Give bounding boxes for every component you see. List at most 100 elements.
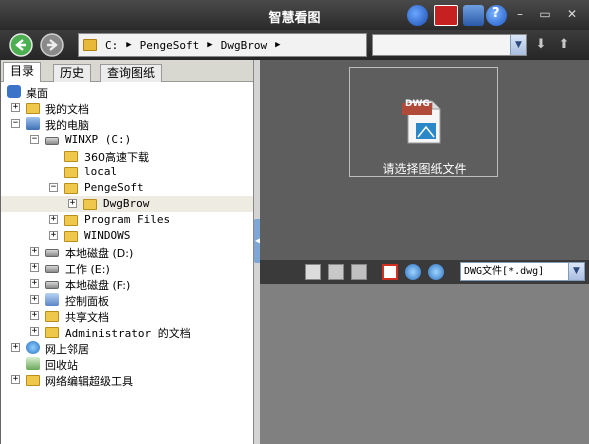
expand-icon[interactable]: + [30,295,39,304]
expand-icon[interactable]: + [49,231,58,240]
move-down-button[interactable]: ⬇ [533,37,549,53]
drawing-preview-area [260,284,589,444]
tree-label: Program Files [84,213,171,226]
tree-label: 我的电脑 [45,119,89,132]
expand-icon[interactable]: + [11,375,20,384]
expand-icon[interactable]: + [30,247,39,256]
acrobat-icon[interactable] [434,5,458,26]
tree-node-program-files[interactable]: + Program Files [1,212,255,228]
tree-label: 回收站 [45,359,78,372]
expand-icon[interactable]: + [30,311,39,320]
expand-icon[interactable]: + [30,327,39,336]
expand-icon[interactable]: + [30,263,39,272]
tree-node-pengesoft[interactable]: − PengeSoft [1,180,255,196]
tree-label: 网上邻居 [45,343,89,356]
file-type-filter[interactable]: DWG文件[*.dwg] ▼ [460,262,585,281]
help-icon[interactable]: ? [486,5,507,26]
chevron-right-icon[interactable]: ▶ [207,40,212,50]
tree-node-network-editor[interactable]: + 网络编辑超级工具 [1,372,255,388]
address-segment-drive[interactable]: C: [105,39,118,52]
folder-icon [64,167,78,178]
expand-icon[interactable]: + [11,343,20,352]
tree-node-drive-d[interactable]: + 本地磁盘 (D:) [1,244,255,260]
expand-icon[interactable]: + [11,103,20,112]
folder-tree: 桌面 + 我的文档 − 我的电脑 − WINXP (C:) 360高速下载 lo… [1,82,255,444]
folder-icon [83,39,97,51]
tree-node-drive-f[interactable]: + 本地磁盘 (F:) [1,276,255,292]
tree-node-windows[interactable]: + WINDOWS [1,228,255,244]
zoom-window-icon[interactable] [328,264,344,280]
chevron-down-icon[interactable]: ▼ [510,35,526,55]
tree-node-control-panel[interactable]: + 控制面板 [1,292,255,308]
tree-label: 360高速下载 [84,151,149,164]
tree-label: 本地磁盘 (F:) [65,279,131,292]
zoom-out-icon[interactable] [428,264,444,280]
collapse-icon[interactable]: − [49,183,58,192]
move-up-button[interactable]: ⬆ [556,37,572,53]
panel-splitter[interactable]: ◀ [253,60,261,444]
windows-logo-icon[interactable] [407,5,428,26]
arrow-right-icon [40,33,64,57]
tree-node-local[interactable]: local [1,164,255,180]
arrow-left-icon [9,33,33,57]
pan-icon[interactable] [351,264,367,280]
expand-icon[interactable]: + [49,215,58,224]
folder-icon [45,311,59,322]
dwg-badge: DWG [405,99,430,109]
maximize-button[interactable]: ▭ [536,6,554,22]
tree-node-my-computer[interactable]: − 我的电脑 [1,116,255,132]
tree-node-admin-documents[interactable]: + Administrator 的文档 [1,324,255,340]
tree-node-desktop[interactable]: 桌面 [1,84,255,100]
tab-search-drawings[interactable]: 查询图纸 [100,64,163,82]
search-combobox[interactable]: ▼ [372,34,527,56]
tree-label: Administrator 的文档 [65,327,191,340]
drive-icon [45,281,59,289]
expand-icon[interactable]: + [68,199,77,208]
tree-node-drive-c[interactable]: − WINXP (C:) [1,132,255,148]
minimize-button[interactable]: – [511,6,529,22]
zoom-in-icon[interactable] [405,264,421,280]
navigation-bar: C: ▶ PengeSoft ▶ DwgBrow ▶ ▼ ⬇ ⬆ [0,30,589,60]
collapse-icon[interactable]: − [11,119,20,128]
tab-strip: 目录 历史 查询图纸 [1,60,255,83]
tree-node-recycle-bin[interactable]: 回收站 [1,356,255,372]
address-segment-dwgbrow[interactable]: DwgBrow [221,39,267,52]
address-segment-pengesoft[interactable]: PengeSoft [140,39,200,52]
tree-node-dwgbrow[interactable]: + DwgBrow [1,196,255,212]
close-button[interactable]: ✕ [563,6,581,22]
folder-icon [26,375,40,386]
refresh-icon[interactable] [463,5,484,26]
control-panel-icon [45,293,59,306]
back-button[interactable] [9,33,33,57]
tree-label: WINXP (C:) [65,133,132,146]
address-bar[interactable]: C: ▶ PengeSoft ▶ DwgBrow ▶ [78,33,367,57]
forward-button[interactable] [40,33,64,57]
tree-label: 本地磁盘 (D:) [65,247,134,260]
tree-node-shared-documents[interactable]: + 共享文档 [1,308,255,324]
drive-icon [45,249,59,257]
tree-node-my-documents[interactable]: + 我的文档 [1,100,255,116]
tab-history[interactable]: 历史 [53,64,92,82]
documents-folder-icon [26,103,40,114]
drawing-card[interactable]: DWG 请选择图纸文件 [349,67,498,177]
folder-icon [45,327,59,338]
collapse-icon[interactable]: − [30,135,39,144]
tree-node-network[interactable]: + 网上邻居 [1,340,255,356]
desktop-icon [7,85,21,98]
fit-extents-icon[interactable] [382,264,398,280]
copy-icon[interactable] [305,264,321,280]
chevron-right-icon[interactable]: ▶ [275,40,280,50]
thumbnail-area: DWG 请选择图纸文件 [260,60,589,260]
tree-label: 网络编辑超级工具 [45,375,133,388]
preview-toolbar: DWG文件[*.dwg] ▼ [260,260,589,284]
chevron-down-icon[interactable]: ▼ [568,263,584,280]
tree-node-360-download[interactable]: 360高速下载 [1,148,255,164]
left-panel: 目录 历史 查询图纸 桌面 + 我的文档 − 我的电脑 − WINXP (C:) [0,60,255,444]
folder-icon [64,231,78,242]
chevron-right-icon[interactable]: ▶ [126,40,131,50]
select-drawing-label: 请选择图纸文件 [382,162,467,176]
tab-directory[interactable]: 目录 [3,62,42,83]
open-folder-icon [83,199,97,210]
tree-node-drive-e[interactable]: + 工作 (E:) [1,260,255,276]
expand-icon[interactable]: + [30,279,39,288]
